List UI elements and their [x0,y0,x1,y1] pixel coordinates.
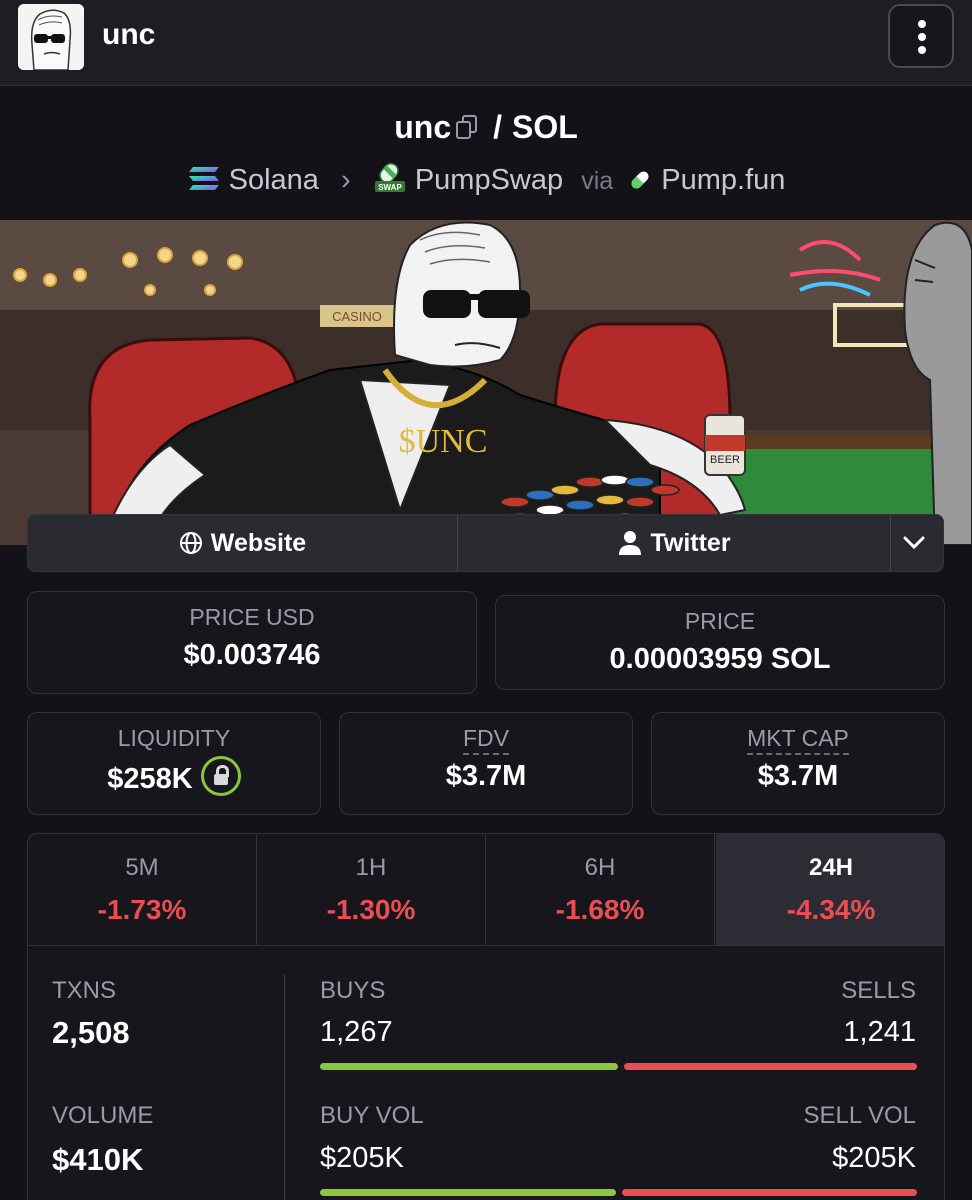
pair-title: unc / SOL [0,109,972,146]
price-change-value: -4.34% [786,894,876,925]
chain-breadcrumb: Solana › SWAP PumpSwap via Pump.fun [0,161,972,197]
price-usd-label: PRICE USD [189,604,315,630]
liquidity-card: LIQUIDITY $258K [27,712,321,815]
liquidity-value: $258K [107,763,193,795]
sell-vol-value: $205K [832,1142,916,1174]
user-icon [619,531,642,555]
tab-5m[interactable]: 5M -1.73% [28,834,257,945]
price-sol-label: PRICE [684,608,756,634]
can-text: BEER [710,454,740,466]
tab-1h[interactable]: 1H -1.30% [257,834,486,945]
copy-icon[interactable] [455,115,479,141]
banner-illustration: CASINO $UNC BEER [0,220,972,545]
dex-name[interactable]: PumpSwap [415,164,563,196]
launchpad-name[interactable]: Pump.fun [661,164,785,196]
more-socials-button[interactable] [892,515,944,571]
txns-label: TXNS [52,977,117,1004]
solana-icon [188,167,219,190]
buy-vol-value: $205K [320,1142,404,1174]
buy-vol-label: BUY VOL [320,1102,424,1129]
pair-header: unc / SOL Solana › SWAP PumpSwap via Pump.… [0,87,972,220]
twitter-label: Twitter [650,528,731,557]
token-name: unc [102,18,156,51]
stats-divider [284,974,285,1200]
base-symbol: unc [394,109,452,145]
mcap-value: $3.7M [757,760,839,792]
sells-value: 1,241 [843,1016,916,1048]
wojak-avatar-icon [18,4,84,70]
menu-dot-icon [918,46,926,54]
liquidity-label: LIQUIDITY [117,725,231,751]
fdv-label-wrap: FDV [340,725,632,755]
more-menu-button[interactable] [888,4,954,68]
website-label: Website [210,528,307,557]
globe-icon [179,532,202,554]
buys-ratio-bar [320,1063,618,1070]
pill-icon [631,171,649,189]
mcap-label[interactable]: MKT CAP [747,725,849,755]
token-banner-image: CASINO $UNC BEER [0,220,972,545]
buy-vol-ratio-bar [320,1189,616,1196]
tab-label: 24H [808,854,854,881]
liquidity-row: $258K [28,756,320,796]
tab-6h[interactable]: 6H -1.68% [486,834,715,945]
fdv-label[interactable]: FDV [463,725,509,755]
price-change-value: -1.73% [97,894,187,925]
market-cap-card: MKT CAP $3.7M [651,712,945,815]
shirt-text: $UNC [399,423,488,460]
stats-panel: 5M -1.73% 1H -1.30% 6H -1.68% 24H -4.34%… [27,833,945,1200]
price-change-value: -1.68% [555,894,645,925]
timeframe-tabs: 5M -1.73% 1H -1.30% 6H -1.68% 24H -4.34% [28,834,944,946]
menu-dot-icon [918,20,926,28]
volume-label: VOLUME [52,1102,154,1129]
buys-value: 1,267 [320,1016,393,1048]
website-button[interactable]: Website [28,515,458,571]
tab-label: 5M [125,854,159,881]
tab-label: 1H [355,854,387,881]
sells-ratio-bar [624,1063,917,1070]
chevron-down-icon [903,536,925,550]
pair-separator: / [493,109,502,145]
twitter-button[interactable]: Twitter [459,515,891,571]
tab-label: 6H [584,854,616,881]
fdv-card: FDV $3.7M [339,712,633,815]
chain-name[interactable]: Solana [229,164,319,196]
sell-vol-ratio-bar [622,1189,917,1196]
volume-value: $410K [52,1142,144,1177]
lock-icon[interactable] [200,756,241,796]
price-sol-value: 0.00003959 SOL [609,643,831,675]
sell-vol-label: SELL VOL [803,1102,916,1129]
price-usd-card: PRICE USD $0.003746 [27,591,477,694]
mcap-label-wrap: MKT CAP [652,725,944,755]
quote-symbol: SOL [512,109,578,145]
top-bar: unc [0,0,972,86]
social-links-bar: Website Twitter [27,514,944,572]
menu-dot-icon [918,33,926,41]
tab-24h[interactable]: 24H -4.34% [716,834,944,945]
pumpswap-icon: SWAP [374,162,405,192]
fdv-value: $3.7M [445,760,527,792]
token-avatar[interactable] [18,4,84,70]
buys-label: BUYS [320,977,386,1004]
txns-value: 2,508 [52,1015,130,1050]
casino-sign-text: CASINO [332,309,382,324]
sells-label: SELLS [841,977,916,1004]
breadcrumb-chevron-icon: › [341,164,351,196]
price-usd-value: $0.003746 [183,639,321,671]
price-sol-card: PRICE 0.00003959 SOL [495,595,945,690]
via-text: via [581,167,614,195]
price-change-value: -1.30% [326,894,416,925]
dex-badge-text: SWAP [378,183,402,192]
